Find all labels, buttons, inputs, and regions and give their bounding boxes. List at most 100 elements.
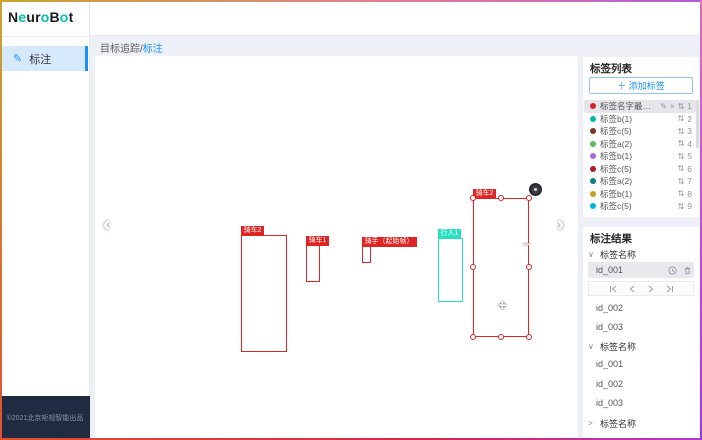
resize-handle[interactable] xyxy=(470,334,476,340)
result-group[interactable]: ∨ 标签名称 xyxy=(588,247,694,261)
label-order: 5 xyxy=(687,151,692,161)
label-name: 标签b(1) xyxy=(600,113,675,125)
annotation-box-label: 骑车2 xyxy=(241,226,265,236)
resize-handle[interactable] xyxy=(526,334,532,340)
label-row[interactable]: 标签c(5) ⇅ 9 xyxy=(584,200,696,213)
expand-icon[interactable]: ∨ xyxy=(588,250,600,259)
label-row[interactable]: 标签a(2) ⇅ 4 xyxy=(584,138,696,151)
sort-icon[interactable]: ⇅ xyxy=(678,202,685,211)
label-row[interactable]: 标签a(2) ⇅ 7 xyxy=(584,175,696,188)
edit-icon[interactable]: ✎ xyxy=(660,102,667,111)
annotation-box-label: 骑车2 xyxy=(473,189,497,199)
result-group[interactable]: ∨ 标签名称 xyxy=(588,339,694,353)
result-group-collapsed[interactable]: > 标签名称 xyxy=(588,416,694,430)
resize-handle[interactable] xyxy=(470,195,476,201)
sort-icon[interactable]: ⇅ xyxy=(678,164,685,173)
sidebar-item-label: 标注 xyxy=(29,51,51,67)
label-order: 7 xyxy=(687,176,692,186)
result-item-id: id_001 xyxy=(596,359,694,369)
label-order: 9 xyxy=(687,201,692,211)
sort-icon[interactable]: ⇅ xyxy=(678,189,685,198)
sort-icon[interactable]: ⇅ xyxy=(678,127,685,136)
annotation-box-rider-startframe[interactable]: 骑手（起始帧） xyxy=(362,246,371,263)
label-order: 3 xyxy=(687,126,692,136)
result-item-id: id_002 xyxy=(596,379,694,389)
label-order: 4 xyxy=(687,139,692,149)
sort-icon[interactable]: ⇅ xyxy=(678,177,685,186)
pencil-icon: ✎ xyxy=(13,52,22,65)
result-item[interactable]: id_001 xyxy=(596,357,694,371)
label-name: 标签c(5) xyxy=(600,200,675,212)
logo-part: t xyxy=(69,9,74,25)
result-item[interactable]: id_003 xyxy=(596,320,694,334)
label-row[interactable]: 标签b(1) ⇅ 5 xyxy=(584,150,696,163)
sort-icon[interactable]: ⇅ xyxy=(678,139,685,148)
resize-handle[interactable] xyxy=(526,195,532,201)
locate-icon[interactable] xyxy=(668,266,677,275)
result-item[interactable]: id_003 xyxy=(596,396,694,410)
app-logo: NeuroBot xyxy=(8,9,73,25)
logo-part: N xyxy=(8,9,18,25)
next-page-icon[interactable] xyxy=(647,285,655,293)
result-item-id: id_002 xyxy=(596,303,694,313)
result-item[interactable]: id_002 xyxy=(596,301,694,315)
annotation-box-label: 骑手（起始帧） xyxy=(362,237,417,247)
box-anchor-icon[interactable] xyxy=(529,183,542,196)
sort-icon[interactable]: ⇅ xyxy=(678,114,685,123)
label-row[interactable]: 标签名字最长数... ✎ × ⇅ 1 xyxy=(584,100,696,113)
label-name: 标签a(2) xyxy=(600,175,675,187)
label-name: 标签名字最长数... xyxy=(600,100,657,112)
trash-icon[interactable] xyxy=(683,266,692,275)
resize-handle[interactable] xyxy=(526,264,532,270)
add-label-button[interactable]: ＋ 添加标签 xyxy=(589,77,693,94)
expand-icon[interactable]: ∨ xyxy=(588,342,600,351)
resize-handle[interactable] xyxy=(498,334,504,340)
annotation-box-label: 行人1 xyxy=(438,229,462,239)
label-order: 8 xyxy=(687,189,692,199)
annotation-box-pedestrian1[interactable]: 行人1 xyxy=(438,238,463,302)
label-name: 标签c(5) xyxy=(600,125,675,137)
annotation-box-cyclist1[interactable]: 骑车1 xyxy=(306,245,320,282)
move-cursor-icon: + xyxy=(498,297,507,314)
annotation-box-label: 骑车1 xyxy=(306,236,330,246)
last-frame-icon[interactable] xyxy=(666,285,674,293)
annotation-box-selected[interactable]: 骑车2 xyxy=(473,198,529,337)
sidebar-item-annotation[interactable]: ✎ 标注 xyxy=(0,46,87,71)
label-color-dot xyxy=(590,166,596,172)
active-indicator xyxy=(85,46,88,71)
label-row[interactable]: 标签c(5) ⇅ 3 xyxy=(584,125,696,138)
breadcrumb: 目标追踪/标注 xyxy=(100,40,163,55)
prev-page-icon[interactable] xyxy=(628,285,636,293)
scrollbar[interactable] xyxy=(696,100,699,148)
label-row[interactable]: 标签b(1) ⇅ 8 xyxy=(584,188,696,201)
resize-handle[interactable] xyxy=(498,195,504,201)
resize-handle[interactable] xyxy=(470,264,476,270)
label-row[interactable]: 标签b(1) ⇅ 2 xyxy=(584,113,696,126)
label-name: 标签c(5) xyxy=(600,163,675,175)
sort-icon[interactable]: ⇅ xyxy=(678,152,685,161)
label-order: 2 xyxy=(687,114,692,124)
label-color-dot xyxy=(590,191,596,197)
label-order: 6 xyxy=(687,164,692,174)
label-list-title: 标签列表 xyxy=(590,61,632,76)
label-name: 标签b(1) xyxy=(600,150,675,162)
label-color-dot xyxy=(590,203,596,209)
collapse-icon[interactable]: > xyxy=(588,419,600,428)
frame-pager xyxy=(588,281,694,296)
sort-icon[interactable]: ⇅ xyxy=(678,102,685,111)
copyright-text: ©2021北京矩视智能出品 xyxy=(7,413,84,423)
annotation-box-cyclist2[interactable]: 骑车2 xyxy=(241,235,287,352)
logo-part: o xyxy=(60,9,69,25)
result-item[interactable]: id_002 xyxy=(596,377,694,391)
prev-frame-chevron[interactable]: ‹ xyxy=(103,211,110,237)
first-frame-icon[interactable] xyxy=(609,285,617,293)
delete-icon[interactable]: × xyxy=(670,102,675,111)
breadcrumb-parent[interactable]: 目标追踪 xyxy=(100,44,140,55)
label-row[interactable]: 标签c(5) ⇅ 6 xyxy=(584,163,696,176)
label-color-dot xyxy=(590,153,596,159)
next-frame-chevron[interactable]: › xyxy=(557,211,564,237)
sidebar-footer: ©2021北京矩视智能出品 xyxy=(0,396,90,440)
result-item-id: id_003 xyxy=(596,322,694,332)
result-item-selected[interactable]: id_001 xyxy=(588,262,694,278)
result-group-name: 标签名称 xyxy=(600,340,636,353)
